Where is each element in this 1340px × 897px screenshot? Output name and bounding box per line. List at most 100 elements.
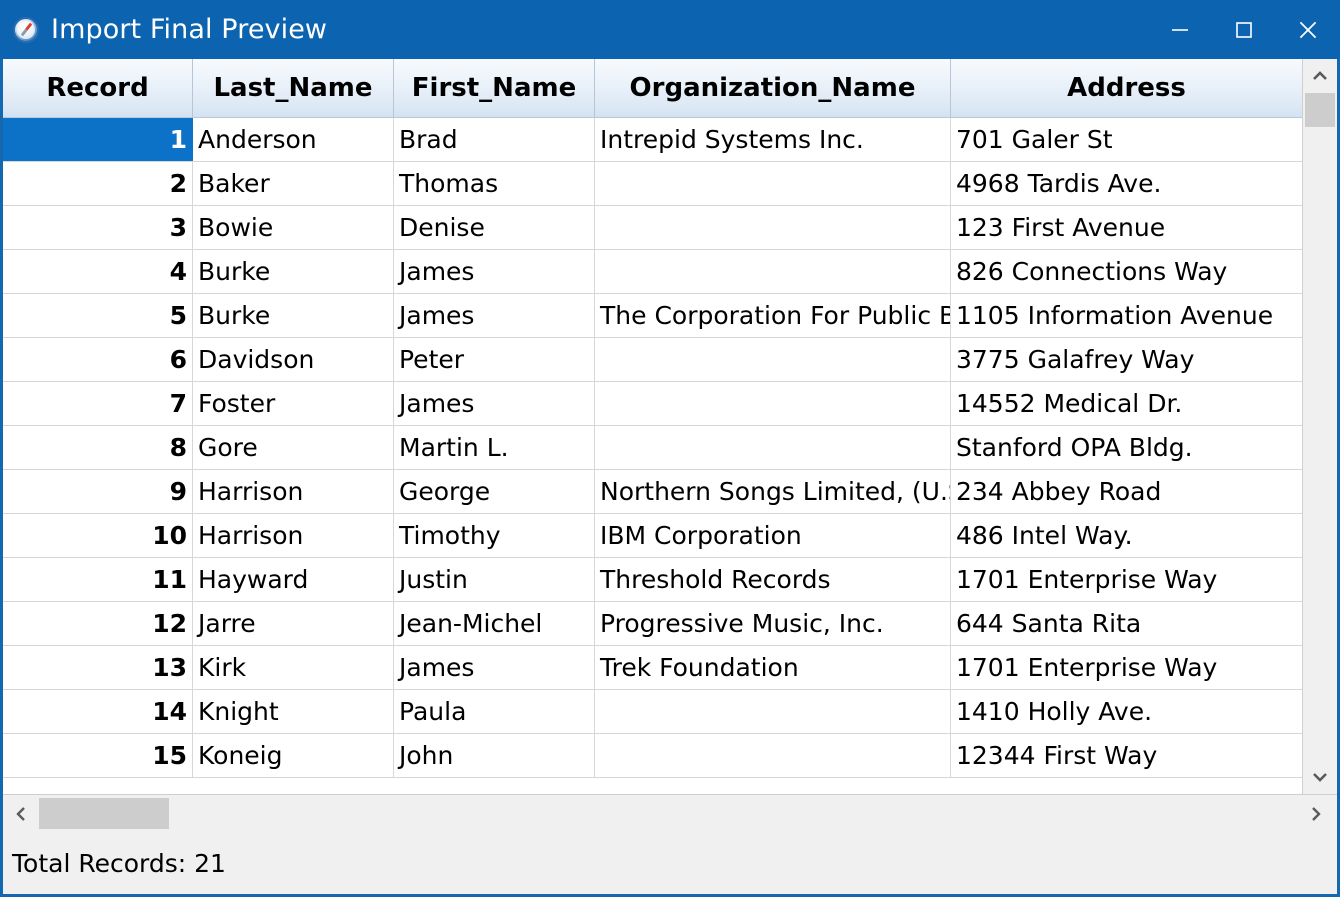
column-header-record[interactable]: Record	[3, 59, 193, 117]
table-row[interactable]: 8 Gore Martin L. Stanford OPA Bldg.	[3, 426, 1302, 470]
vertical-scrollbar[interactable]	[1302, 59, 1337, 794]
scroll-up-button[interactable]	[1303, 59, 1337, 93]
table-row[interactable]: 2 Baker Thomas 4968 Tardis Ave.	[3, 162, 1302, 206]
cell-record[interactable]: 11	[3, 558, 193, 601]
cell-address[interactable]: 123 First Avenue	[951, 206, 1302, 249]
table-row[interactable]: 6 Davidson Peter 3775 Galafrey Way	[3, 338, 1302, 382]
cell-first-name[interactable]: George	[394, 470, 595, 513]
cell-address[interactable]: 644 Santa Rita	[951, 602, 1302, 645]
cell-address[interactable]: Stanford OPA Bldg.	[951, 426, 1302, 469]
table-row[interactable]: 15 Koneig John 12344 First Way	[3, 734, 1302, 778]
cell-organization-name[interactable]	[595, 250, 951, 293]
cell-organization-name[interactable]: Progressive Music, Inc.	[595, 602, 951, 645]
table-row[interactable]: 4 Burke James 826 Connections Way	[3, 250, 1302, 294]
cell-address[interactable]: 3775 Galafrey Way	[951, 338, 1302, 381]
cell-organization-name[interactable]	[595, 734, 951, 777]
column-header-last-name[interactable]: Last_Name	[193, 59, 394, 117]
cell-last-name[interactable]: Foster	[193, 382, 394, 425]
cell-address[interactable]: 486 Intel Way.	[951, 514, 1302, 557]
maximize-button[interactable]	[1212, 0, 1276, 59]
cell-organization-name[interactable]	[595, 690, 951, 733]
cell-first-name[interactable]: John	[394, 734, 595, 777]
table-row[interactable]: 13 Kirk James Trek Foundation 1701 Enterpris…	[3, 646, 1302, 690]
cell-record[interactable]: 13	[3, 646, 193, 689]
horizontal-scroll-thumb[interactable]	[39, 798, 169, 829]
cell-last-name[interactable]: Kirk	[193, 646, 394, 689]
cell-record[interactable]: 2	[3, 162, 193, 205]
horizontal-scroll-track[interactable]	[39, 795, 1337, 832]
cell-last-name[interactable]: Hayward	[193, 558, 394, 601]
cell-address[interactable]: 701 Galer St	[951, 118, 1302, 161]
cell-organization-name[interactable]	[595, 382, 951, 425]
cell-organization-name[interactable]	[595, 338, 951, 381]
title-bar[interactable]: Import Final Preview	[0, 0, 1340, 59]
cell-organization-name[interactable]: Threshold Records	[595, 558, 951, 601]
cell-address[interactable]: 12344 First Way	[951, 734, 1302, 777]
cell-record[interactable]: 12	[3, 602, 193, 645]
close-button[interactable]	[1276, 0, 1340, 59]
column-header-organization-name[interactable]: Organization_Name	[595, 59, 951, 117]
table-row[interactable]: 5BurkeJamesThe Corporation For Public Br…	[3, 294, 1302, 338]
cell-last-name[interactable]: Bowie	[193, 206, 394, 249]
cell-first-name[interactable]: James	[394, 382, 595, 425]
cell-record[interactable]: 3	[3, 206, 193, 249]
vertical-scroll-thumb[interactable]	[1305, 93, 1335, 127]
cell-last-name[interactable]: Burke	[193, 250, 394, 293]
cell-address[interactable]: 1701 Enterprise Way	[951, 646, 1302, 689]
cell-first-name[interactable]: Timothy	[394, 514, 595, 557]
cell-organization-name[interactable]	[595, 426, 951, 469]
cell-organization-name[interactable]	[595, 162, 951, 205]
scroll-right-button[interactable]	[1309, 795, 1323, 832]
cell-last-name[interactable]: Knight	[193, 690, 394, 733]
cell-organization-name[interactable]: Trek Foundation	[595, 646, 951, 689]
cell-address[interactable]: 234 Abbey Road	[951, 470, 1302, 513]
cell-last-name[interactable]: Anderson	[193, 118, 394, 161]
cell-last-name[interactable]: Gore	[193, 426, 394, 469]
cell-record[interactable]: 1	[3, 118, 193, 161]
cell-first-name[interactable]: Paula	[394, 690, 595, 733]
cell-first-name[interactable]: James	[394, 294, 595, 337]
column-header-first-name[interactable]: First_Name	[394, 59, 595, 117]
cell-first-name[interactable]: James	[394, 646, 595, 689]
cell-first-name[interactable]: Justin	[394, 558, 595, 601]
cell-address[interactable]: 14552 Medical Dr.	[951, 382, 1302, 425]
cell-record[interactable]: 10	[3, 514, 193, 557]
table-row[interactable]: 11 Hayward Justin Threshold Records 1701 Ent…	[3, 558, 1302, 602]
cell-organization-name[interactable]: Northern Songs Limited, (U.S.A.)	[595, 470, 951, 513]
cell-organization-name[interactable]	[595, 206, 951, 249]
cell-record[interactable]: 15	[3, 734, 193, 777]
cell-first-name[interactable]: Denise	[394, 206, 595, 249]
cell-first-name[interactable]: Peter	[394, 338, 595, 381]
cell-first-name[interactable]: Thomas	[394, 162, 595, 205]
cell-record[interactable]: 14	[3, 690, 193, 733]
minimize-button[interactable]	[1148, 0, 1212, 59]
cell-first-name[interactable]: Jean-Michel	[394, 602, 595, 645]
cell-organization-name[interactable]: IBM Corporation	[595, 514, 951, 557]
table-row[interactable]: 1 Anderson Brad Intrepid Systems Inc. 701 Ga…	[3, 118, 1302, 162]
cell-last-name[interactable]: Jarre	[193, 602, 394, 645]
table-row[interactable]: 14 Knight Paula 1410 Holly Ave.	[3, 690, 1302, 734]
cell-record[interactable]: 8	[3, 426, 193, 469]
cell-record[interactable]: 9	[3, 470, 193, 513]
column-header-address[interactable]: Address	[951, 59, 1302, 117]
table-row[interactable]: 3 Bowie Denise 123 First Avenue	[3, 206, 1302, 250]
table-row[interactable]: 9 Harrison George Northern Songs Limited, (…	[3, 470, 1302, 514]
cell-first-name[interactable]: Martin L.	[394, 426, 595, 469]
horizontal-scrollbar[interactable]	[3, 794, 1337, 832]
cell-last-name[interactable]: Burke	[193, 294, 394, 337]
cell-address[interactable]: 1105 Information Avenue	[951, 294, 1302, 337]
cell-record[interactable]: 6	[3, 338, 193, 381]
cell-address[interactable]: 826 Connections Way	[951, 250, 1302, 293]
cell-address[interactable]: 1410 Holly Ave.	[951, 690, 1302, 733]
cell-record[interactable]: 4	[3, 250, 193, 293]
cell-first-name[interactable]: James	[394, 250, 595, 293]
table-row[interactable]: 12 Jarre Jean-Michel Progressive Music, Inc…	[3, 602, 1302, 646]
scroll-down-button[interactable]	[1303, 760, 1337, 794]
cell-record[interactable]: 7	[3, 382, 193, 425]
cell-address[interactable]: 1701 Enterprise Way	[951, 558, 1302, 601]
cell-last-name[interactable]: Koneig	[193, 734, 394, 777]
table-row[interactable]: 10 Harrison Timothy IBM Corporation 486 Inte…	[3, 514, 1302, 558]
cell-first-name[interactable]: Brad	[394, 118, 595, 161]
cell-last-name[interactable]: Harrison	[193, 514, 394, 557]
cell-organization-name[interactable]: Intrepid Systems Inc.	[595, 118, 951, 161]
